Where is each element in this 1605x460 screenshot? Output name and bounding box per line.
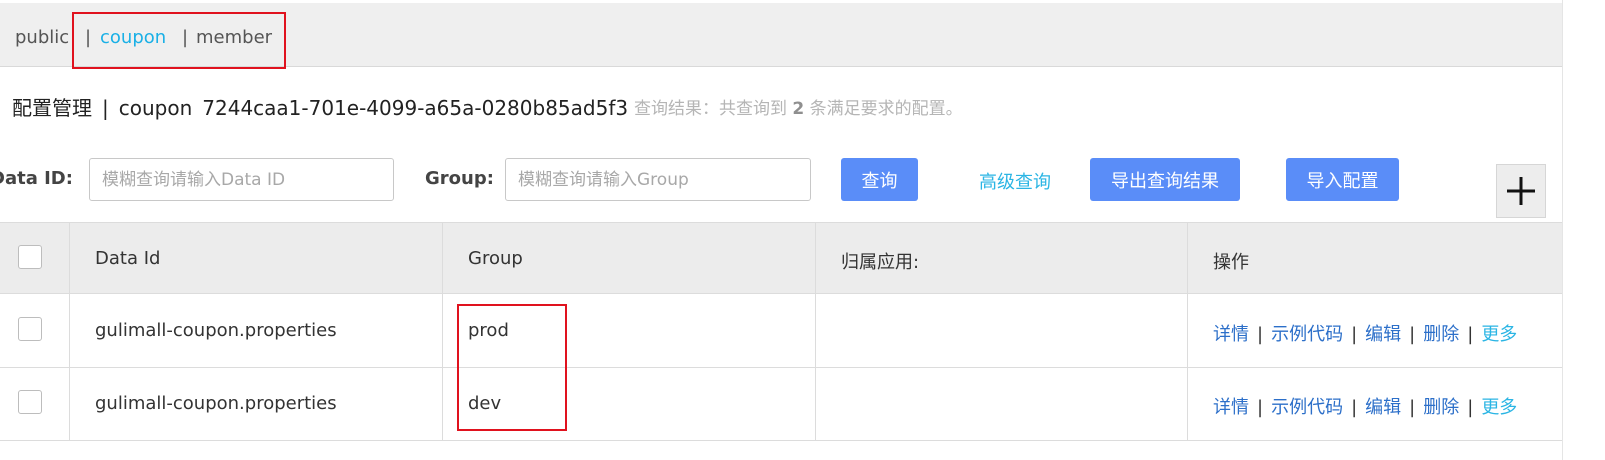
action-separator: |: [1257, 397, 1264, 418]
title-separator: |: [102, 96, 109, 120]
table-row: gulimall-coupon.properties prod 详情 | 示例代码 |…: [0, 295, 1562, 368]
action-separator: |: [1351, 324, 1358, 345]
export-results-button[interactable]: 导出查询结果: [1090, 158, 1240, 201]
action-separator: |: [1409, 397, 1416, 418]
details-link[interactable]: 详情: [1213, 397, 1249, 418]
table-header: Data Id Group 归属应用: 操作: [0, 222, 1562, 294]
select-all-checkbox[interactable]: [18, 245, 42, 269]
group-input[interactable]: [505, 158, 811, 201]
row-checkbox[interactable]: [18, 390, 42, 414]
namespace-separator: |: [182, 27, 189, 48]
data-id-cell: gulimall-coupon.properties: [95, 320, 337, 341]
group-cell: prod: [468, 320, 509, 341]
page-title: 配置管理 | coupon 7244caa1-701e-4099-a65a-0280b…: [12, 92, 628, 121]
table-row: gulimall-coupon.properties dev 详情 | 示例代码 | 编…: [0, 368, 1562, 441]
column-header-actions: 操作: [1213, 252, 1249, 273]
data-id-cell: gulimall-coupon.properties: [95, 393, 337, 414]
column-header-app: 归属应用:: [841, 252, 920, 273]
namespace-id: 7244caa1-701e-4099-a65a-0280b85ad5f3: [202, 96, 629, 120]
namespace-bar: public | coupon | member: [0, 3, 1562, 67]
row-checkbox[interactable]: [18, 317, 42, 341]
column-divider: [69, 222, 70, 440]
add-config-button[interactable]: [1496, 164, 1546, 218]
namespace-tab-coupon[interactable]: coupon: [100, 27, 166, 48]
group-cell: dev: [468, 393, 502, 414]
data-id-label: Data ID:: [0, 168, 73, 189]
more-link[interactable]: 更多: [1481, 397, 1517, 418]
result-summary: 查询结果：共查询到 2 条满足要求的配置。: [634, 94, 963, 119]
namespace-tab-public[interactable]: public: [15, 27, 69, 48]
result-prefix: 查询结果：共查询到: [634, 99, 787, 119]
data-id-input[interactable]: [89, 158, 394, 201]
row-actions: 详情 | 示例代码 | 编辑 | 删除 | 更多: [1213, 393, 1517, 419]
import-config-button[interactable]: 导入配置: [1286, 158, 1399, 201]
details-link[interactable]: 详情: [1213, 324, 1249, 345]
action-separator: |: [1467, 397, 1474, 418]
action-separator: |: [1351, 397, 1358, 418]
page-title-text: 配置管理: [12, 96, 92, 120]
result-suffix: 条满足要求的配置。: [809, 99, 963, 119]
namespace-separator: |: [85, 27, 92, 48]
query-button[interactable]: 查询: [841, 158, 918, 201]
column-header-group: Group: [468, 248, 523, 269]
action-separator: |: [1467, 324, 1474, 345]
sample-code-link[interactable]: 示例代码: [1271, 324, 1343, 345]
result-count: 2: [792, 99, 805, 119]
action-separator: |: [1257, 324, 1264, 345]
column-divider: [442, 222, 443, 440]
advanced-query-link[interactable]: 高级查询: [979, 168, 1051, 194]
action-separator: |: [1409, 324, 1416, 345]
column-divider: [815, 222, 816, 440]
edit-link[interactable]: 编辑: [1365, 397, 1401, 418]
edit-link[interactable]: 编辑: [1365, 324, 1401, 345]
delete-link[interactable]: 删除: [1423, 397, 1459, 418]
row-actions: 详情 | 示例代码 | 编辑 | 删除 | 更多: [1213, 320, 1517, 346]
more-link[interactable]: 更多: [1481, 324, 1517, 345]
sample-code-link[interactable]: 示例代码: [1271, 397, 1343, 418]
plus-icon: [1507, 177, 1535, 205]
column-divider: [1187, 222, 1188, 440]
namespace-name: coupon: [118, 96, 193, 120]
page-edge-divider: [1562, 0, 1563, 460]
namespace-tab-member[interactable]: member: [196, 27, 272, 48]
column-header-data-id: Data Id: [95, 248, 161, 269]
delete-link[interactable]: 删除: [1423, 324, 1459, 345]
group-label: Group:: [425, 168, 494, 189]
